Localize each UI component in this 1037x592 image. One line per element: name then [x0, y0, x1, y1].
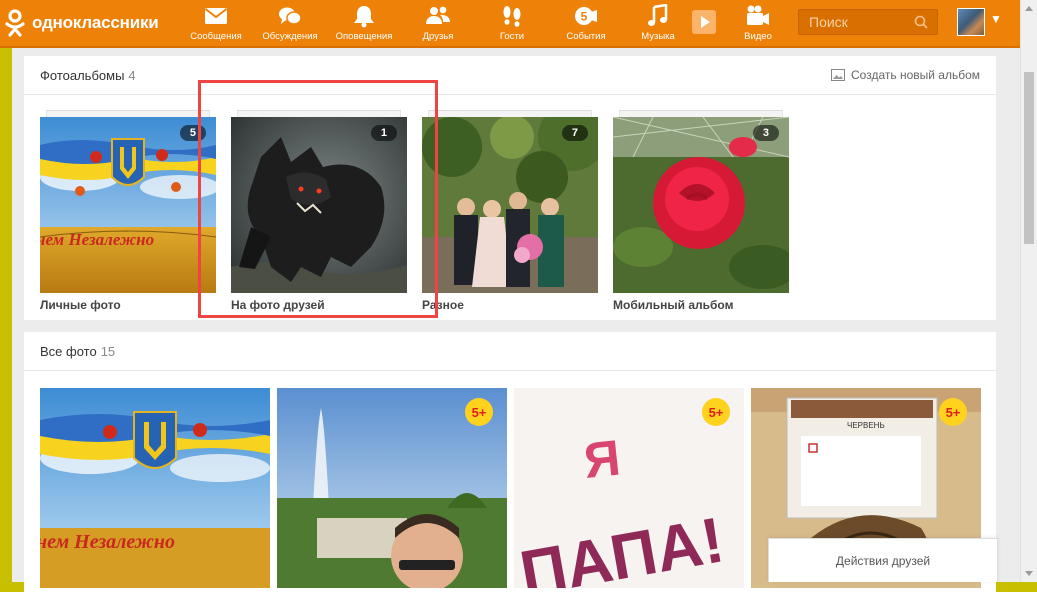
rating-badge: 5+ [939, 398, 967, 426]
nav-label: Друзья [422, 31, 454, 42]
top-navigation-bar: одноклассники Сообщения Обсуждения Опове… [0, 0, 1020, 48]
album-photo-count: 1 [370, 125, 397, 141]
vertical-scrollbar[interactable] [1020, 0, 1037, 582]
search-input[interactable] [799, 10, 919, 34]
calendar-month-text: ЧЕРВЕНЬ [847, 421, 885, 430]
album-misc[interactable]: 7 Разное [422, 110, 598, 312]
photo-item[interactable]: Я ПАПА! 5+ [514, 388, 744, 588]
album-photo-count: 3 [752, 125, 779, 141]
user-avatar[interactable] [957, 8, 985, 36]
nav-video[interactable]: Видео [726, 4, 790, 44]
photo-albums-card: Фотоальбомы 4 Создать новый альбом нем Н… [24, 56, 996, 320]
chat-bubbles-icon [279, 7, 302, 25]
events-badge: 5 [581, 10, 588, 24]
nav-label: Музыка [641, 31, 675, 42]
ok-logo-icon [5, 9, 25, 37]
album-stack [46, 110, 210, 117]
photo-art-text: нем Незалежно [40, 531, 175, 553]
album-cover[interactable]: 3 [613, 117, 789, 293]
photo-item[interactable]: 5+ [277, 388, 507, 588]
scrollbar-thumb[interactable] [1024, 72, 1034, 244]
photo-item[interactable]: нем Незалежно [40, 388, 270, 588]
rating-badge: 5+ [465, 398, 493, 426]
album-title[interactable]: Разное [422, 298, 598, 312]
create-album-label: Создать новый альбом [851, 68, 980, 82]
cover-werewolf-image [231, 117, 407, 293]
albums-title: Фотоальбомы [40, 67, 125, 83]
album-stack [237, 110, 401, 117]
album-title[interactable]: Мобильный альбом [613, 298, 789, 312]
image-icon [831, 69, 845, 81]
album-photo-count: 7 [561, 125, 588, 141]
video-camera-icon [747, 5, 769, 25]
art-text-ya: Я [581, 429, 623, 488]
album-cover[interactable]: 7 [422, 117, 598, 293]
rating-badge: 5+ [702, 398, 730, 426]
friends-actions-label: Действия друзей [835, 553, 931, 568]
album-photo-count: 5 [179, 125, 206, 141]
ok-logo[interactable]: одноклассники [4, 8, 179, 38]
album-friends-photos[interactable]: 1 На фото друзей [231, 110, 407, 312]
events-icon: 5 [575, 7, 597, 25]
album-mobile[interactable]: 3 Мобильный альбом [613, 110, 789, 312]
album-title[interactable]: Личные фото [40, 298, 216, 312]
nav-friends[interactable]: Друзья [406, 4, 470, 44]
music-play-button[interactable] [692, 10, 716, 34]
album-cover[interactable]: 1 [231, 117, 407, 293]
nav-events[interactable]: 5 События [554, 4, 618, 44]
album-cover[interactable]: нем Незалежно 5 [40, 117, 216, 293]
nav-guests[interactable]: Гости [480, 4, 544, 44]
search-icon[interactable] [914, 15, 928, 29]
nav-music[interactable]: Музыка [626, 4, 690, 44]
create-album-link[interactable]: Создать новый альбом [831, 68, 980, 82]
envelope-icon [204, 8, 228, 24]
nav-label: События [566, 31, 606, 42]
nav-label: Оповещения [335, 31, 393, 42]
chevron-down-icon[interactable]: ▼ [990, 12, 1002, 26]
footprints-icon [503, 6, 521, 27]
nav-discussions[interactable]: Обсуждения [258, 4, 322, 44]
cover-art-text: нем Незалежно [40, 230, 154, 249]
album-stack [428, 110, 592, 117]
bell-icon [354, 6, 374, 28]
albums-count: 4 [128, 67, 136, 83]
nav-label: Гости [499, 31, 525, 42]
cover-independence-day-image: нем Незалежно [40, 117, 216, 293]
nav-label: Обсуждения [262, 31, 318, 42]
scroll-down-arrow-icon[interactable] [1025, 571, 1033, 576]
album-stack [619, 110, 783, 117]
nav-notifications[interactable]: Оповещения [332, 4, 396, 44]
scroll-up-arrow-icon[interactable] [1025, 6, 1033, 11]
main-content: Фотоальбомы 4 Создать новый альбом нем Н… [12, 48, 1020, 592]
album-personal-photos[interactable]: нем Незалежно 5 Личные фото [40, 110, 216, 312]
play-icon [701, 16, 710, 28]
cover-red-rose-image [613, 117, 789, 293]
nav-label: Сообщения [190, 31, 242, 42]
album-title[interactable]: На фото друзей [231, 298, 407, 312]
nav-messages[interactable]: Сообщения [184, 4, 248, 44]
photos-header: Все фото 15 [24, 332, 996, 371]
music-note-icon [648, 4, 668, 26]
photos-title: Все фото [40, 343, 97, 359]
nav-label: Видео [744, 31, 772, 42]
photo-independence-day-image: нем Незалежно [40, 388, 270, 588]
cover-wedding-group-image [422, 117, 598, 293]
search-box [798, 9, 938, 35]
logo-text: одноклассники [32, 13, 159, 32]
photos-count: 15 [100, 343, 116, 359]
friends-actions-panel[interactable]: Действия друзей [768, 538, 998, 582]
friends-icon [426, 6, 450, 24]
